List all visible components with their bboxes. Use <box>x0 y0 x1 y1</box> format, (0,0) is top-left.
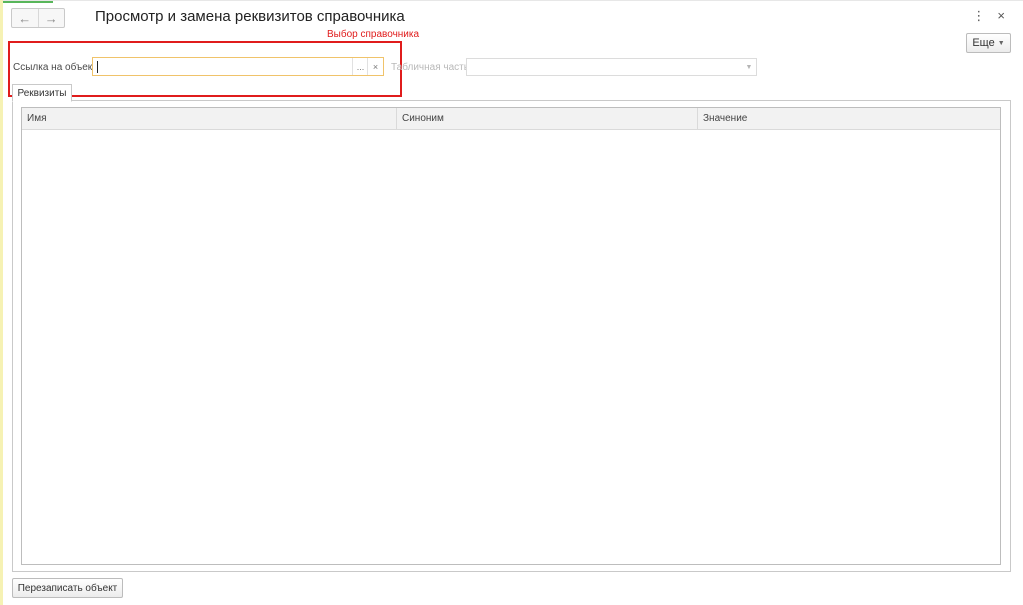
rewrite-button-label: Перезаписать объект <box>17 582 118 594</box>
clear-object-button[interactable]: × <box>367 58 383 75</box>
column-header-name[interactable]: Имя <box>22 108 396 129</box>
select-object-button[interactable]: ... <box>352 58 368 75</box>
requisites-table[interactable]: Имя Синоним Значение <box>21 107 1001 565</box>
forward-button[interactable]: → <box>37 9 65 27</box>
arrow-right-icon: → <box>44 10 58 26</box>
navigation-buttons: ← → <box>11 8 65 28</box>
table-header: Имя Синоним Значение <box>22 108 1000 130</box>
more-button-label: Еще <box>972 37 995 49</box>
page-title: Просмотр и замена реквизитов справочника <box>95 8 405 25</box>
clear-icon: × <box>372 61 379 72</box>
close-icon[interactable]: × <box>997 8 1005 24</box>
chevron-down-icon: ▼ <box>997 39 1005 47</box>
column-header-synonym[interactable]: Синоним <box>396 108 697 129</box>
left-panel-edge <box>0 0 3 605</box>
table-part-label: Табличная часть: <box>391 62 472 73</box>
kebab-menu-icon[interactable]: ⋮ <box>972 8 985 24</box>
ellipsis-icon: ... <box>356 61 365 72</box>
text-cursor <box>97 61 98 73</box>
top-divider <box>3 0 1023 1</box>
window-controls: ⋮ × <box>972 8 1005 24</box>
object-reference-input[interactable]: ... × <box>92 57 384 76</box>
object-field-label: Ссылка на объект: <box>13 62 100 73</box>
rewrite-object-button[interactable]: Перезаписать объект <box>12 578 123 598</box>
annotation-label: Выбор справочника <box>327 29 420 40</box>
table-part-select[interactable]: ▼ <box>466 58 757 76</box>
column-header-value[interactable]: Значение <box>697 108 1000 129</box>
chevron-down-icon[interactable]: ▼ <box>742 59 756 75</box>
tab-label: Реквизиты <box>17 87 67 99</box>
form-window: ← → Просмотр и замена реквизитов справоч… <box>0 0 1023 605</box>
back-button[interactable]: ← <box>12 9 38 27</box>
tab-requisites[interactable]: Реквизиты <box>12 84 72 102</box>
arrow-left-icon: ← <box>18 10 32 26</box>
more-button[interactable]: Еще ▼ <box>966 33 1011 53</box>
